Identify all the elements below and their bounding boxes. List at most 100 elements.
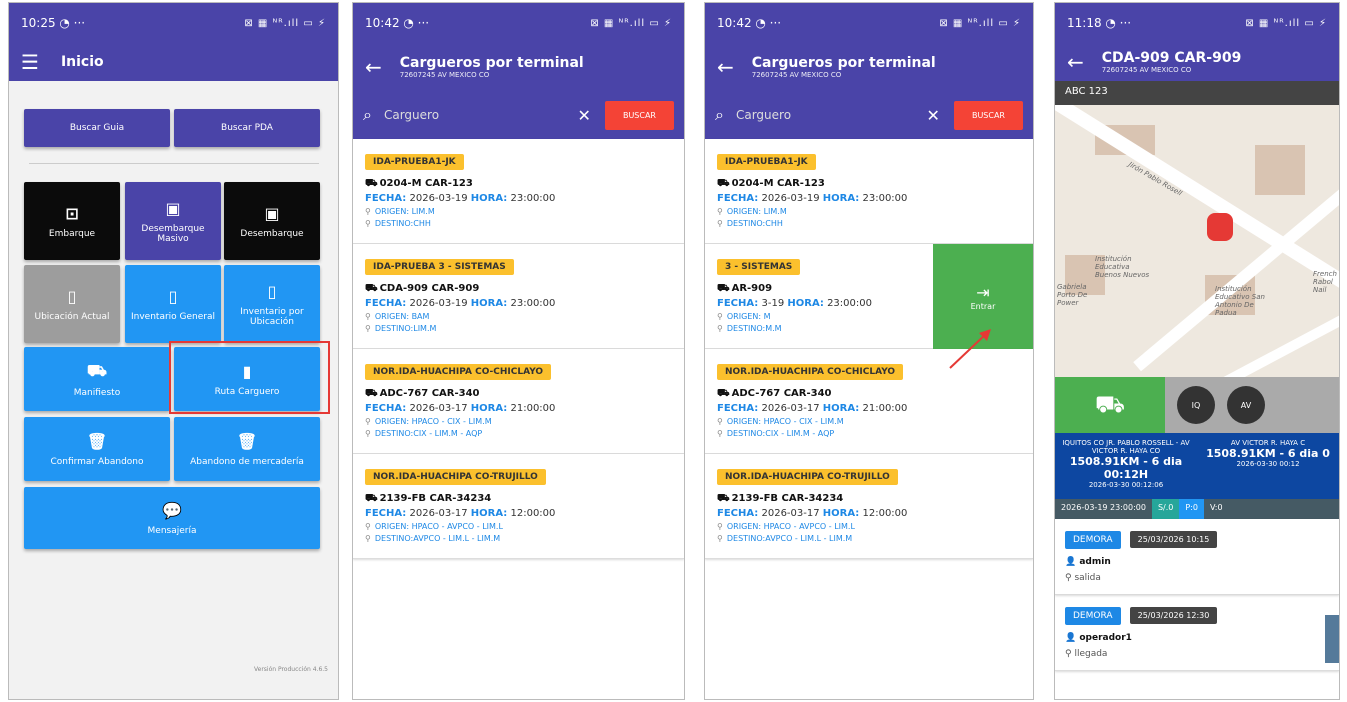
origen-label: ORIGEN: (726, 522, 762, 531)
pin-icon: ⚲ (365, 207, 371, 216)
route-badge: NOR.IDA-HUACHIPA CO-CHICLAYO (365, 364, 552, 380)
hora-label: HORA: (787, 298, 824, 309)
hora-value: 21:00:00 (862, 403, 908, 414)
destino-label: DESTINO: (374, 429, 414, 438)
pin-icon: ⚲ (365, 417, 371, 426)
confirmar-abandono-button[interactable]: 🗑 Confirmar Abandono (24, 417, 170, 481)
fecha-label: FECHA: (717, 193, 759, 204)
inventario-general-button[interactable]: ▯ Inventario General (125, 265, 221, 343)
status-time: 10:42 ◔ ··· (365, 16, 430, 30)
abandono-mercaderia-button[interactable]: 🗑 Abandono de mercadería (174, 417, 320, 481)
desembarque-masivo-button[interactable]: ▣ Desembarque Masivo (125, 182, 221, 260)
origen-label: ORIGEN: (374, 522, 410, 531)
back-arrow-icon[interactable]: ← (1067, 50, 1084, 74)
hamburger-menu-icon[interactable]: ☰ (21, 50, 39, 74)
route-name: IQUITOS CO JR. PABLO ROSSELL - AV VICTOR… (1062, 439, 1190, 455)
event-type-badge: DEMORA (1065, 531, 1121, 549)
fecha-value: 2026-03-19 (761, 193, 820, 204)
car-marker-icon[interactable] (1207, 213, 1233, 241)
carguero-card[interactable]: IDA-PRUEBA1-JK ⛟ 0204-M CAR-123 FECHA: 2026… (353, 139, 684, 244)
hora-label: HORA: (822, 193, 860, 204)
ubicacion-actual-button[interactable]: ▯ Ubicación Actual (24, 265, 120, 343)
inventario-general-label: Inventario General (130, 311, 215, 322)
stats-v: V:0 (1209, 503, 1223, 512)
page-subtitle: 72607245 AV MEXICO CO (1101, 66, 1192, 74)
event-item[interactable]: DEMORA 25/03/2026 10:15 👤 admin ⚲ salida (1055, 519, 1339, 595)
fecha-value: 2026-03-17 (409, 403, 468, 414)
mensajeria-label: Mensajería (147, 525, 197, 536)
route-badge: IDA-PRUEBA1-JK (365, 154, 464, 170)
vehicle-plate: ABC 123 (1055, 81, 1339, 105)
pin-icon: ⚲ (717, 324, 723, 333)
manifiesto-button[interactable]: ⛟ Manifiesto (24, 347, 170, 411)
route-tabs: ⛟ IQ AV (1055, 377, 1339, 433)
page-title: Cargueros por terminal (751, 55, 936, 71)
destino-label: DESTINO: (374, 219, 414, 228)
pin-icon: ⚲ (717, 219, 723, 228)
search-input[interactable]: Carguero (736, 108, 927, 122)
desembarque-button[interactable]: ▣ Desembarque (224, 182, 320, 260)
carguero-card[interactable]: IDA-PRUEBA1-JK ⛟ 0204-M CAR-123 FECHA: 2026… (705, 139, 1033, 244)
desembarque-masivo-label: Desembarque Masivo (141, 223, 205, 244)
search-bar: ⌕ Carguero ✕ BUSCAR (353, 91, 684, 139)
back-arrow-icon[interactable]: ← (717, 55, 734, 79)
stop-chips: IQ AV (1165, 377, 1339, 433)
inventario-ubicacion-button[interactable]: ▯ Inventario por Ubicación (224, 265, 320, 343)
destino-value: CHH (765, 219, 783, 228)
photo-thumbnail[interactable] (1325, 615, 1339, 663)
pin-icon: ⚲ (365, 312, 371, 321)
status-time: 11:18 ◔ ··· (1067, 16, 1132, 30)
back-arrow-icon[interactable]: ← (365, 55, 382, 79)
carguero-card[interactable]: NOR.IDA-HUACHIPA CO-TRUJILLO ⛟ 2139-FB CAR… (705, 454, 1033, 559)
stats-datetime: 2026-03-19 23:00:00 (1061, 503, 1146, 512)
truck-tab[interactable]: ⛟ (1055, 377, 1165, 433)
stats-s: S/.0 (1151, 499, 1180, 519)
route-badge: IDA-PRUEBA1-JK (717, 154, 816, 170)
clear-icon[interactable]: ✕ (578, 106, 591, 125)
carguero-card[interactable]: NOR.IDA-HUACHIPA CO-TRUJILLO ⛟ 2139-FB CAR… (353, 454, 684, 559)
buscar-button[interactable]: BUSCAR (953, 100, 1023, 130)
status-bar: 10:42 ◔ ··· ⊠ ▦ ᴺᴿ.ıll ▭ ⚡ (705, 3, 1033, 43)
destino-label: DESTINO: (726, 219, 766, 228)
clear-icon[interactable]: ✕ (927, 106, 940, 125)
destino-label: DESTINO: (374, 324, 414, 333)
buscar-guia-button[interactable]: Buscar Guia (24, 109, 170, 147)
hora-label: HORA: (470, 508, 508, 519)
mensajeria-button[interactable]: 💬 Mensajería (24, 487, 320, 549)
event-item[interactable]: DEMORA 25/03/2026 12:30 👤 operador1 ⚲ ll… (1055, 595, 1339, 671)
embarque-button[interactable]: ⊡ Embarque (24, 182, 120, 260)
fecha-label: FECHA: (365, 193, 407, 204)
pin-icon: ⚲ (717, 207, 723, 216)
hora-value: 23:00:00 (510, 193, 556, 204)
route-summary: IQUITOS CO JR. PABLO ROSSELL - AV VICTOR… (1055, 433, 1339, 499)
status-bar: 11:18 ◔ ··· ⊠ ▦ ᴺᴿ.ıll ▭ ⚡ (1055, 3, 1339, 43)
search-input[interactable]: Carguero (384, 108, 578, 122)
route-leg: AV VICTOR R. HAYA C 1508.91KM - 6 dia 0 … (1197, 433, 1339, 499)
event-date: 25/03/2026 12:30 (1129, 607, 1218, 624)
status-icons: ⊠ ▦ ᴺᴿ.ıll ▭ ⚡ (939, 17, 1021, 29)
buscar-pda-button[interactable]: Buscar PDA (174, 109, 320, 147)
buscar-button[interactable]: BUSCAR (604, 100, 674, 130)
fecha-label: FECHA: (365, 298, 407, 309)
app-bar: ← Cargueros por terminal 72607245 AV MEX… (705, 43, 1033, 91)
route-badge: NOR.IDA-HUACHIPA CO-TRUJILLO (365, 469, 546, 485)
carguero-card[interactable]: NOR.IDA-HUACHIPA CO-CHICLAYO ⛟ ADC-767 CAR… (353, 349, 684, 454)
origen-label: ORIGEN: (374, 417, 410, 426)
version-text: Versión Producción 4.6.5 (253, 666, 328, 673)
status-bar: 10:42 ◔ ··· ⊠ ▦ ᴺᴿ.ıll ▭ ⚡ (353, 3, 684, 43)
chip-av[interactable]: AV (1227, 386, 1265, 424)
app-bar: ☰ Inicio (9, 43, 338, 81)
carguero-card[interactable]: IDA-PRUEBA 3 - SISTEMAS ⛟ CDA-909 CAR-909 F… (353, 244, 684, 349)
trash-icon: 🗑 (236, 431, 258, 451)
vehicle-id: ADC-767 CAR-340 (731, 388, 832, 399)
map-view[interactable]: Jirón Pablo Rosell Institución Educativa… (1055, 105, 1339, 377)
home-body: Buscar Guia Buscar PDA ⊡ Embarque ▣ Desemb… (9, 81, 338, 699)
vehicle-id: ADC-767 CAR-340 (379, 388, 480, 399)
stats-p: P:0 (1179, 499, 1204, 519)
origen-value: BAM (411, 312, 430, 321)
status-icons: ⊠ ▦ ᴺᴿ.ıll ▭ ⚡ (590, 17, 672, 29)
pin-icon: ⚲ (365, 429, 371, 438)
stats-bar: 2026-03-19 23:00:00 S/.0 P:0 V:0 (1055, 499, 1339, 519)
chip-iq[interactable]: IQ (1177, 386, 1215, 424)
hora-value: 12:00:00 (510, 508, 556, 519)
